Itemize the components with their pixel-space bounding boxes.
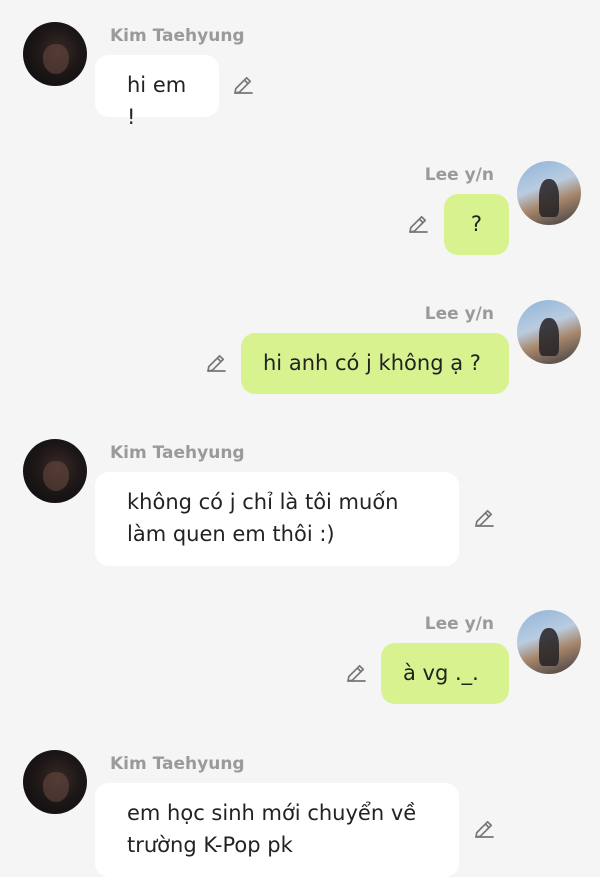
avatar[interactable] <box>23 439 87 503</box>
message-bubble[interactable]: ? <box>444 194 509 255</box>
message-row: Kim Taehyung em học sinh mới chuyển về t… <box>0 750 600 877</box>
message-bubble[interactable]: hi em ! <box>95 55 219 129</box>
edit-icon[interactable] <box>231 73 255 97</box>
chat-thread: Kim Taehyung hi em ! Lee y/n ? Lee y/n h… <box>0 0 600 877</box>
message-row: Kim Taehyung hi em ! <box>0 22 600 129</box>
edit-icon[interactable] <box>472 506 496 530</box>
message-bubble[interactable]: em học sinh mới chuyển về trường K-Pop p… <box>95 783 459 877</box>
edit-icon[interactable] <box>406 212 430 236</box>
edit-icon[interactable] <box>472 817 496 841</box>
avatar[interactable] <box>517 610 581 674</box>
message-bubble[interactable]: không có j chỉ là tôi muốn làm quen em t… <box>95 472 459 566</box>
message-bubble[interactable]: à vg ._. <box>381 643 509 704</box>
message-row: Lee y/n à vg ._. <box>0 610 600 710</box>
sender-name: Kim Taehyung <box>110 443 245 463</box>
edit-icon[interactable] <box>204 351 228 375</box>
sender-name: Lee y/n <box>424 614 494 634</box>
sender-name: Kim Taehyung <box>110 754 245 774</box>
avatar[interactable] <box>517 161 581 225</box>
sender-name: Lee y/n <box>424 165 494 185</box>
avatar[interactable] <box>23 750 87 814</box>
avatar[interactable] <box>23 22 87 86</box>
sender-name: Kim Taehyung <box>110 26 245 46</box>
sender-name: Lee y/n <box>424 304 494 324</box>
message-row: Kim Taehyung không có j chỉ là tôi muốn … <box>0 439 600 569</box>
message-bubble[interactable]: hi anh có j không ạ ? <box>241 333 509 394</box>
message-row: Lee y/n ? <box>0 161 600 261</box>
message-row: Lee y/n hi anh có j không ạ ? <box>0 300 600 400</box>
edit-icon[interactable] <box>344 661 368 685</box>
avatar[interactable] <box>517 300 581 364</box>
